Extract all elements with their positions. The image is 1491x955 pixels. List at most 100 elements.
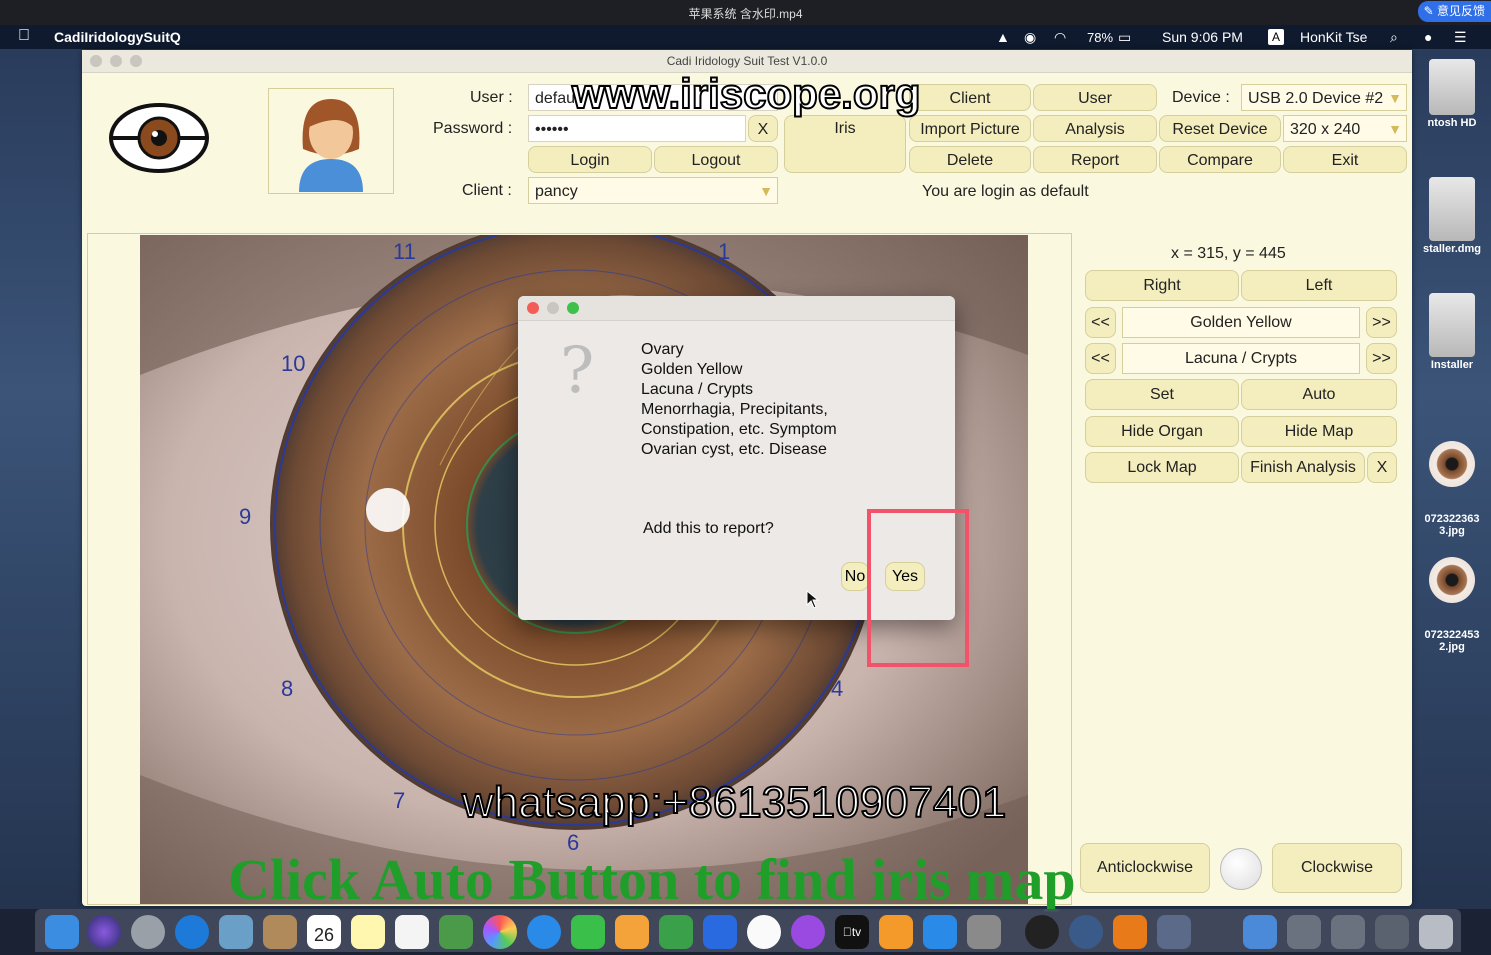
quicktime-icon[interactable] bbox=[1069, 915, 1103, 949]
reminders-icon[interactable] bbox=[395, 915, 429, 949]
siri-icon[interactable] bbox=[87, 915, 121, 949]
login-button[interactable]: Login bbox=[528, 146, 652, 173]
control-center-icon[interactable]: ☰ bbox=[1454, 29, 1467, 46]
device-select[interactable]: USB 2.0 Device #2 ▼ bbox=[1241, 84, 1407, 111]
iris-button[interactable]: Iris bbox=[784, 115, 906, 173]
left-eye-button[interactable]: Left bbox=[1241, 270, 1397, 301]
siri-icon[interactable]: ● bbox=[1424, 29, 1432, 45]
window-thumbnail-icon[interactable] bbox=[1331, 915, 1365, 949]
desktop-icon-jpg-2[interactable]: 072322453 2.jpg bbox=[1413, 533, 1491, 677]
analysis-button[interactable]: Analysis bbox=[1033, 115, 1157, 142]
reset-device-button[interactable]: Reset Device bbox=[1159, 115, 1281, 142]
clock-number-1: 1 bbox=[718, 239, 731, 264]
desktop-icon-dmg[interactable]: staller.dmg bbox=[1413, 177, 1491, 255]
user-menu[interactable]: HonKit Tse bbox=[1300, 29, 1367, 45]
color-next-button[interactable]: >> bbox=[1366, 307, 1397, 338]
sign-value: Lacuna / Crypts bbox=[1122, 343, 1360, 374]
lock-map-button[interactable]: Lock Map bbox=[1085, 452, 1239, 483]
input-source-icon[interactable]: A bbox=[1268, 29, 1284, 45]
desktop-icon-installer[interactable]: Installer bbox=[1413, 293, 1491, 371]
spotlight-search-icon[interactable]: ⌕ bbox=[1390, 29, 1398, 46]
contacts-icon[interactable] bbox=[263, 915, 297, 949]
wifi-icon[interactable]: ◠ bbox=[1054, 29, 1066, 46]
password-field[interactable]: •••••• bbox=[528, 115, 746, 142]
client-button[interactable]: Client bbox=[909, 84, 1031, 111]
user-button[interactable]: User bbox=[1033, 84, 1157, 111]
messages-icon[interactable] bbox=[527, 915, 561, 949]
vlc-icon[interactable] bbox=[1113, 915, 1147, 949]
app-store-icon[interactable] bbox=[923, 915, 957, 949]
delete-button[interactable]: Delete bbox=[909, 146, 1031, 173]
right-eye-button[interactable]: Right bbox=[1085, 270, 1239, 301]
maps-icon[interactable] bbox=[439, 915, 473, 949]
tv-label: tv bbox=[847, 925, 861, 939]
exit-button[interactable]: Exit bbox=[1283, 146, 1407, 173]
sync-icon[interactable]: ◉ bbox=[1024, 29, 1036, 46]
rotation-knob[interactable] bbox=[1220, 848, 1262, 890]
hide-map-button[interactable]: Hide Map bbox=[1241, 416, 1397, 447]
anticlockwise-button[interactable]: Anticlockwise bbox=[1080, 843, 1210, 893]
clock-number-8: 8 bbox=[281, 676, 294, 701]
close-analysis-button[interactable]: X bbox=[1367, 452, 1397, 483]
feedback-label: 意见反馈 bbox=[1436, 4, 1485, 18]
notes-icon[interactable] bbox=[351, 915, 385, 949]
logout-button[interactable]: Logout bbox=[654, 146, 778, 173]
no-button[interactable]: No bbox=[841, 562, 869, 591]
app-menu[interactable]: CadiIridologySuitQ bbox=[54, 29, 181, 45]
finish-analysis-button[interactable]: Finish Analysis bbox=[1241, 452, 1365, 483]
system-preferences-icon[interactable] bbox=[967, 915, 1001, 949]
close-window-button[interactable] bbox=[90, 55, 102, 67]
keynote-icon[interactable] bbox=[703, 915, 737, 949]
desktop-icon-hd[interactable]: ntosh HD bbox=[1413, 59, 1491, 129]
report-button[interactable]: Report bbox=[1033, 146, 1157, 173]
podcasts-icon[interactable] bbox=[791, 915, 825, 949]
zoom-window-button[interactable] bbox=[130, 55, 142, 67]
clear-password-button[interactable]: X bbox=[748, 115, 778, 142]
numbers-icon[interactable] bbox=[659, 915, 693, 949]
sign-next-button[interactable]: >> bbox=[1366, 343, 1397, 374]
window-thumbnail-icon[interactable] bbox=[1287, 915, 1321, 949]
client-select[interactable]: pancy ▼ bbox=[528, 177, 778, 204]
login-status: You are login as default bbox=[922, 183, 1089, 200]
clock[interactable]: Sun 9:06 PM bbox=[1162, 29, 1243, 45]
feedback-button[interactable]: ✎ 意见反馈 bbox=[1417, 1, 1491, 22]
device-label: Device : bbox=[1172, 89, 1230, 106]
safari-icon[interactable] bbox=[175, 915, 209, 949]
music-icon[interactable] bbox=[747, 915, 781, 949]
dialog-zoom-button[interactable] bbox=[567, 302, 579, 314]
color-prev-button[interactable]: << bbox=[1085, 307, 1116, 338]
status-icon[interactable]: ▲ bbox=[996, 29, 1010, 45]
apple-tv-icon[interactable]: tv bbox=[835, 915, 869, 949]
finder-icon[interactable] bbox=[45, 915, 79, 949]
photos-icon[interactable] bbox=[483, 915, 517, 949]
avatar[interactable] bbox=[268, 88, 394, 194]
user-label: User : bbox=[470, 89, 513, 106]
app-icon[interactable] bbox=[1157, 915, 1191, 949]
dialog-minimize-button[interactable] bbox=[547, 302, 559, 314]
resolution-select[interactable]: 320 x 240 ▼ bbox=[1283, 115, 1407, 142]
folder-icon[interactable] bbox=[1243, 915, 1277, 949]
hide-organ-button[interactable]: Hide Organ bbox=[1085, 416, 1239, 447]
import-picture-button[interactable]: Import Picture bbox=[909, 115, 1031, 142]
trash-icon[interactable] bbox=[1419, 915, 1453, 949]
compare-button[interactable]: Compare bbox=[1159, 146, 1281, 173]
cursor-coordinates: x = 315, y = 445 bbox=[1171, 245, 1286, 262]
obs-icon[interactable] bbox=[1025, 915, 1059, 949]
auto-button[interactable]: Auto bbox=[1241, 379, 1397, 410]
pages-icon[interactable] bbox=[615, 915, 649, 949]
launchpad-icon[interactable] bbox=[131, 915, 165, 949]
clock-number-7: 7 bbox=[393, 788, 406, 813]
minimize-window-button[interactable] bbox=[110, 55, 122, 67]
sign-prev-button[interactable]: << bbox=[1085, 343, 1116, 374]
window-thumbnail-icon[interactable] bbox=[1375, 915, 1409, 949]
set-button[interactable]: Set bbox=[1085, 379, 1239, 410]
battery-icon[interactable]: ▭ bbox=[1118, 29, 1131, 46]
dialog-close-button[interactable] bbox=[527, 302, 539, 314]
calendar-icon[interactable]: 26 bbox=[307, 915, 341, 949]
books-icon[interactable] bbox=[879, 915, 913, 949]
resolution-select-value: 320 x 240 bbox=[1290, 121, 1361, 138]
mail-icon[interactable] bbox=[219, 915, 253, 949]
facetime-icon[interactable] bbox=[571, 915, 605, 949]
clockwise-button[interactable]: Clockwise bbox=[1272, 843, 1402, 893]
apple-menu-icon[interactable]:  bbox=[18, 27, 30, 45]
